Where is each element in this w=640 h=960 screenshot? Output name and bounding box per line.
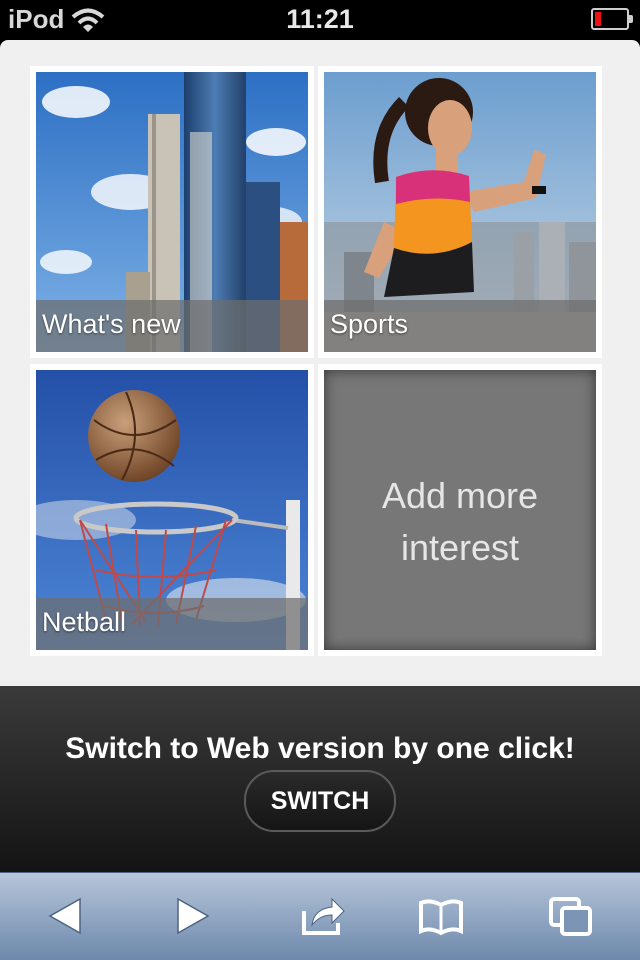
status-bar: iPod 11:21: [0, 0, 640, 40]
interest-grid: What's new Sports Netball Add more inter…: [0, 40, 640, 686]
pages-icon[interactable]: [548, 895, 594, 937]
forward-arrow-icon[interactable]: [170, 895, 216, 937]
switch-banner-text: Switch to Web version by one click!: [65, 732, 575, 765]
browser-toolbar: [0, 872, 640, 960]
tile-sports[interactable]: Sports: [318, 66, 602, 358]
battery-icon: [591, 8, 633, 30]
status-time: 11:21: [286, 4, 354, 34]
tile-label: Sports: [330, 309, 409, 339]
add-interest-label: Add more interest: [381, 475, 539, 568]
tile-label: Netball: [42, 607, 127, 637]
battery-level: [595, 12, 601, 26]
bookmarks-icon[interactable]: [418, 895, 464, 937]
tile-whats-new[interactable]: What's new: [30, 66, 314, 358]
tile-add-more-interest[interactable]: Add more interest: [318, 364, 602, 656]
back-arrow-icon[interactable]: [44, 895, 90, 937]
switch-button[interactable]: SWITCH: [244, 770, 396, 832]
switch-banner: Switch to Web version by one click! SWIT…: [0, 686, 640, 872]
share-icon[interactable]: [300, 895, 346, 937]
tile-label: What's new: [42, 309, 181, 339]
tile-netball[interactable]: Netball: [30, 364, 314, 656]
